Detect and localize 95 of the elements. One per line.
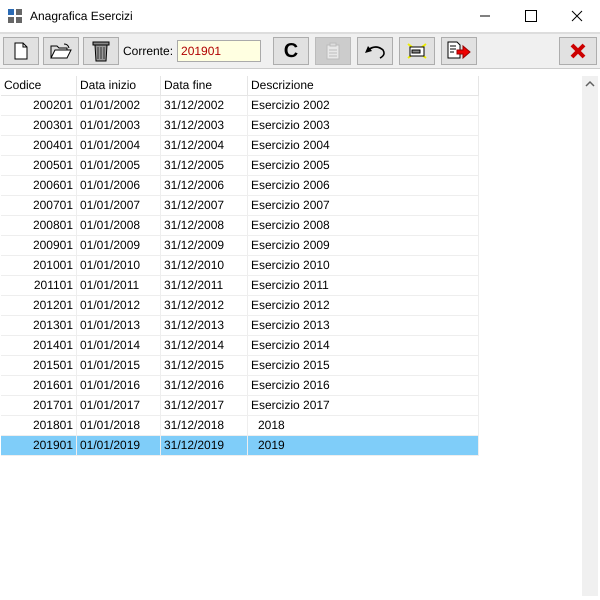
- export-button[interactable]: [441, 37, 478, 65]
- table-cell[interactable]: Esercizio 2005: [248, 156, 479, 176]
- table-cell[interactable]: 201301: [1, 316, 77, 336]
- table-cell[interactable]: 200201: [1, 96, 77, 116]
- highlight-button[interactable]: [399, 37, 436, 65]
- close-button[interactable]: [559, 37, 597, 65]
- undo-icon: [364, 43, 386, 59]
- app-icon: [8, 9, 22, 23]
- table-cell[interactable]: 01/01/2005: [77, 156, 161, 176]
- table-cell[interactable]: Esercizio 2006: [248, 176, 479, 196]
- table-cell[interactable]: 201401: [1, 336, 77, 356]
- table-cell[interactable]: 201501: [1, 356, 77, 376]
- table-cell[interactable]: 01/01/2006: [77, 176, 161, 196]
- table-cell[interactable]: 31/12/2008: [161, 216, 248, 236]
- table-cell[interactable]: Esercizio 2013: [248, 316, 479, 336]
- open-folder-icon: [50, 42, 72, 60]
- table-cell[interactable]: 201201: [1, 296, 77, 316]
- scrollbar[interactable]: [582, 76, 598, 596]
- table-cell[interactable]: 31/12/2004: [161, 136, 248, 156]
- table-cell[interactable]: 31/12/2003: [161, 116, 248, 136]
- table-cell[interactable]: 31/12/2010: [161, 256, 248, 276]
- table-cell[interactable]: 31/12/2015: [161, 356, 248, 376]
- column-header[interactable]: Descrizione: [248, 76, 479, 96]
- table-cell[interactable]: Esercizio 2012: [248, 296, 479, 316]
- table-cell[interactable]: 200801: [1, 216, 77, 236]
- table-cell[interactable]: 31/12/2016: [161, 376, 248, 396]
- table-cell[interactable]: 01/01/2012: [77, 296, 161, 316]
- table-cell[interactable]: 31/12/2006: [161, 176, 248, 196]
- table-cell[interactable]: 200301: [1, 116, 77, 136]
- table-cell[interactable]: 31/12/2017: [161, 396, 248, 416]
- table-cell[interactable]: 01/01/2010: [77, 256, 161, 276]
- close-icon: [571, 10, 583, 22]
- delete-button[interactable]: [83, 37, 119, 65]
- table-cell[interactable]: 01/01/2002: [77, 96, 161, 116]
- open-button[interactable]: [43, 37, 79, 65]
- table-cell[interactable]: 200601: [1, 176, 77, 196]
- table-cell[interactable]: 01/01/2016: [77, 376, 161, 396]
- table-cell[interactable]: 01/01/2007: [77, 196, 161, 216]
- table-cell[interactable]: 31/12/2011: [161, 276, 248, 296]
- table-cell[interactable]: 31/12/2014: [161, 336, 248, 356]
- selected-table-cell[interactable]: 31/12/2019: [161, 436, 248, 456]
- table-cell[interactable]: 01/01/2017: [77, 396, 161, 416]
- table-cell[interactable]: 01/01/2015: [77, 356, 161, 376]
- selected-table-cell[interactable]: 201901: [1, 436, 77, 456]
- window-title: Anagrafica Esercizi: [30, 9, 134, 23]
- table-cell[interactable]: Esercizio 2002: [248, 96, 479, 116]
- table-cell[interactable]: Esercizio 2011: [248, 276, 479, 296]
- table-cell[interactable]: 01/01/2014: [77, 336, 161, 356]
- undo-button[interactable]: [357, 37, 394, 65]
- selected-table-cell[interactable]: 2019: [248, 436, 479, 456]
- trash-can-icon: [92, 40, 110, 62]
- table-cell[interactable]: Esercizio 2014: [248, 336, 479, 356]
- table-cell[interactable]: Esercizio 2003: [248, 116, 479, 136]
- table-cell[interactable]: 31/12/2002: [161, 96, 248, 116]
- close-icon: [570, 43, 586, 59]
- clear-button[interactable]: C: [273, 37, 310, 65]
- selected-table-cell[interactable]: 01/01/2019: [77, 436, 161, 456]
- table-cell[interactable]: 201101: [1, 276, 77, 296]
- export-arrow-icon: [447, 41, 472, 61]
- table-cell[interactable]: 01/01/2003: [77, 116, 161, 136]
- table-cell[interactable]: Esercizio 2015: [248, 356, 479, 376]
- maximize-icon: [525, 10, 537, 22]
- table-cell[interactable]: 200401: [1, 136, 77, 156]
- table-cell[interactable]: 01/01/2004: [77, 136, 161, 156]
- table-cell[interactable]: 201601: [1, 376, 77, 396]
- table-cell[interactable]: 01/01/2008: [77, 216, 161, 236]
- table-cell[interactable]: 31/12/2009: [161, 236, 248, 256]
- table-cell[interactable]: Esercizio 2004: [248, 136, 479, 156]
- table-cell[interactable]: 31/12/2013: [161, 316, 248, 336]
- current-label: Corrente:: [123, 44, 174, 58]
- table-cell[interactable]: 31/12/2007: [161, 196, 248, 216]
- table-cell[interactable]: Esercizio 2009: [248, 236, 479, 256]
- table-cell[interactable]: Esercizio 2007: [248, 196, 479, 216]
- table-cell[interactable]: 201701: [1, 396, 77, 416]
- column-header[interactable]: Codice: [1, 76, 77, 96]
- table-cell[interactable]: Esercizio 2017: [248, 396, 479, 416]
- table-cell[interactable]: 201001: [1, 256, 77, 276]
- table-cell[interactable]: 01/01/2013: [77, 316, 161, 336]
- table-cell[interactable]: Esercizio 2010: [248, 256, 479, 276]
- table-cell[interactable]: 200501: [1, 156, 77, 176]
- column-header[interactable]: Data fine: [161, 76, 248, 96]
- current-field[interactable]: 201901: [177, 40, 262, 62]
- table-cell[interactable]: 31/12/2005: [161, 156, 248, 176]
- column-header[interactable]: Data inizio: [77, 76, 161, 96]
- new-file-icon: [14, 42, 28, 60]
- card-sparkle-icon: [406, 42, 428, 60]
- table-cell[interactable]: 01/01/2011: [77, 276, 161, 296]
- table-cell[interactable]: 200701: [1, 196, 77, 216]
- table-cell[interactable]: 200901: [1, 236, 77, 256]
- table-cell[interactable]: Esercizio 2016: [248, 376, 479, 396]
- table-cell[interactable]: 31/12/2012: [161, 296, 248, 316]
- clipboard-icon: [326, 42, 340, 60]
- table-cell[interactable]: 01/01/2009: [77, 236, 161, 256]
- new-button[interactable]: [3, 37, 39, 65]
- table-cell[interactable]: Esercizio 2008: [248, 216, 479, 236]
